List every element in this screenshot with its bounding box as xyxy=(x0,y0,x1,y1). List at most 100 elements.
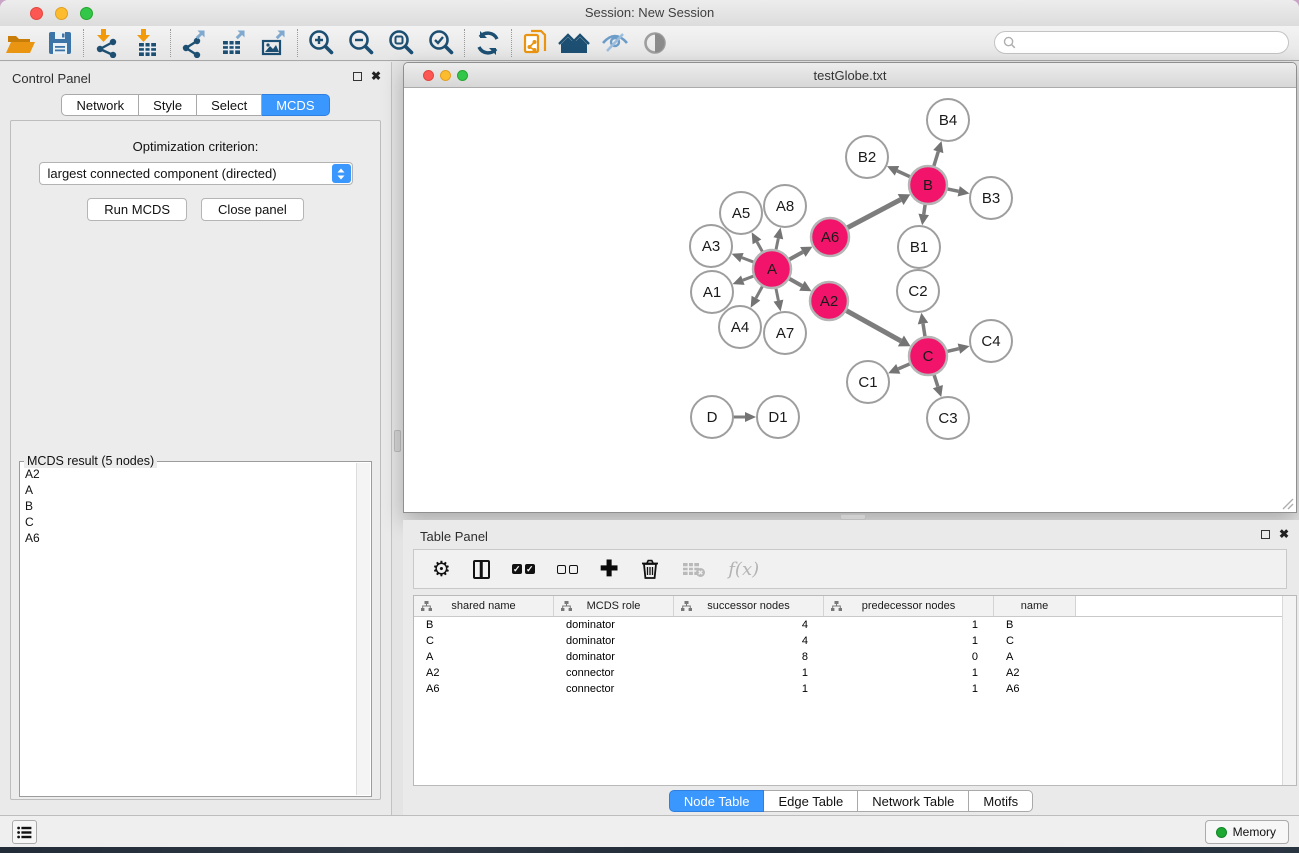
table-cell[interactable]: 0 xyxy=(824,651,994,663)
hide-selected-icon[interactable] xyxy=(595,27,635,59)
apply-layout-icon[interactable] xyxy=(468,27,508,59)
graph-node-D1[interactable]: D1 xyxy=(757,396,799,438)
table-body[interactable]: Bdominator41BCdominator41CAdominator80AA… xyxy=(414,617,1296,697)
mcds-result-scrollbar[interactable] xyxy=(356,463,370,795)
column-header-predecessor-nodes[interactable]: predecessor nodes xyxy=(824,596,994,616)
graph-edge[interactable] xyxy=(847,200,901,229)
column-header-shared-name[interactable]: shared name xyxy=(414,596,554,616)
table-cell[interactable]: A6 xyxy=(414,683,554,695)
table-cell[interactable]: C xyxy=(994,635,1076,647)
graph-node-B1[interactable]: B1 xyxy=(898,226,940,268)
graph-node-A3[interactable]: A3 xyxy=(690,225,732,267)
tab-network[interactable]: Network xyxy=(61,94,139,116)
table-cell[interactable]: C xyxy=(414,635,554,647)
import-network-icon[interactable] xyxy=(87,27,127,59)
graph-edge[interactable] xyxy=(742,258,754,263)
table-cell[interactable]: 1 xyxy=(824,635,994,647)
graph-edge[interactable] xyxy=(846,310,901,341)
mcds-result-item[interactable]: B xyxy=(25,498,355,514)
zoom-out-icon[interactable] xyxy=(341,27,381,59)
tab-style[interactable]: Style xyxy=(139,94,197,116)
tab-mcds[interactable]: MCDS xyxy=(262,94,329,116)
close-table-panel-icon[interactable]: ✖ xyxy=(1279,529,1289,539)
graph-edge[interactable] xyxy=(743,276,754,280)
graph-node-B[interactable]: B xyxy=(909,166,947,204)
network-window-titlebar[interactable]: testGlobe.txt xyxy=(404,63,1296,88)
mcds-result-item[interactable]: C xyxy=(25,514,355,530)
deselect-all-columns-icon[interactable] xyxy=(557,565,578,574)
table-row[interactable]: Bdominator41B xyxy=(414,617,1296,633)
graph-edge[interactable] xyxy=(757,242,763,253)
table-row[interactable]: Adominator80A xyxy=(414,649,1296,665)
zoom-in-icon[interactable] xyxy=(301,27,341,59)
close-panel-icon[interactable]: ✖ xyxy=(371,71,381,81)
task-history-button[interactable] xyxy=(12,820,37,844)
tab-edge-table[interactable]: Edge Table xyxy=(764,790,858,812)
network-canvas[interactable]: B4B2BB3A5A8A6A3B1AA1C2A2A4A7CC4C1C3DD1 xyxy=(404,88,1296,512)
graph-node-C[interactable]: C xyxy=(909,337,947,375)
table-settings-gear-icon[interactable]: ⚙ xyxy=(432,557,451,582)
export-network-icon[interactable] xyxy=(174,27,214,59)
table-cell[interactable]: B xyxy=(994,619,1076,631)
resize-grip-icon[interactable] xyxy=(1280,496,1294,510)
column-header-name[interactable]: name xyxy=(994,596,1076,616)
table-cell[interactable]: dominator xyxy=(554,635,674,647)
table-row[interactable]: A6connector11A6 xyxy=(414,681,1296,697)
graph-edge[interactable] xyxy=(946,349,958,352)
graph-node-C2[interactable]: C2 xyxy=(897,270,939,312)
table-cell[interactable]: dominator xyxy=(554,619,674,631)
table-cell[interactable]: 8 xyxy=(674,651,824,663)
graph-node-A[interactable]: A xyxy=(753,250,791,288)
clone-network-icon[interactable] xyxy=(515,27,555,59)
select-all-columns-icon[interactable]: ✓✓ xyxy=(512,564,535,574)
mcds-result-item[interactable]: A xyxy=(25,482,355,498)
graph-edge[interactable] xyxy=(923,324,925,338)
search-field[interactable] xyxy=(994,31,1289,54)
graph-node-A5[interactable]: A5 xyxy=(720,192,762,234)
mcds-result-item[interactable]: A2 xyxy=(25,466,355,482)
optimization-criterion-select[interactable]: largest connected component (directed) xyxy=(39,162,353,185)
table-cell[interactable]: A6 xyxy=(994,683,1076,695)
search-input[interactable] xyxy=(1020,36,1288,50)
table-cell[interactable]: A2 xyxy=(994,667,1076,679)
graph-edge[interactable] xyxy=(789,278,802,286)
mcds-result-list[interactable]: A2ABCA6 xyxy=(25,466,355,794)
open-file-icon[interactable] xyxy=(0,27,40,59)
close-panel-button[interactable]: Close panel xyxy=(201,198,304,221)
show-all-icon[interactable] xyxy=(635,27,675,59)
mcds-result-item[interactable]: A6 xyxy=(25,530,355,546)
memory-button[interactable]: Memory xyxy=(1205,820,1289,844)
graph-edge[interactable] xyxy=(934,374,938,387)
first-neighbors-icon[interactable] xyxy=(555,27,595,59)
graph-edge[interactable] xyxy=(947,189,959,191)
export-table-icon[interactable] xyxy=(214,27,254,59)
save-session-icon[interactable] xyxy=(40,27,80,59)
graph-node-B3[interactable]: B3 xyxy=(970,177,1012,219)
graph-node-A2[interactable]: A2 xyxy=(810,282,848,320)
graph-edge[interactable] xyxy=(924,204,926,215)
graph-node-C4[interactable]: C4 xyxy=(970,320,1012,362)
delete-column-icon[interactable] xyxy=(640,558,660,580)
graph-node-A6[interactable]: A6 xyxy=(811,218,849,256)
column-header-mcds-role[interactable]: MCDS role xyxy=(554,596,674,616)
table-cell[interactable]: B xyxy=(414,619,554,631)
graph-edge[interactable] xyxy=(776,238,778,250)
graph-node-B2[interactable]: B2 xyxy=(846,136,888,178)
table-scrollbar[interactable] xyxy=(1282,596,1296,785)
table-cell[interactable]: 1 xyxy=(824,667,994,679)
graph-node-A4[interactable]: A4 xyxy=(719,306,761,348)
graph-node-C3[interactable]: C3 xyxy=(927,397,969,439)
add-column-icon[interactable]: ✚ xyxy=(600,559,618,579)
graph-node-B4[interactable]: B4 xyxy=(927,99,969,141)
float-table-panel-icon[interactable] xyxy=(1261,530,1270,539)
float-panel-icon[interactable] xyxy=(353,72,362,81)
tab-network-table[interactable]: Network Table xyxy=(858,790,969,812)
table-cell[interactable]: connector xyxy=(554,683,674,695)
graph-edge[interactable] xyxy=(897,171,911,177)
graph-node-C1[interactable]: C1 xyxy=(847,361,889,403)
graph-node-A7[interactable]: A7 xyxy=(764,312,806,354)
graph-edge[interactable] xyxy=(789,252,803,260)
zoom-fit-icon[interactable] xyxy=(381,27,421,59)
import-table-icon[interactable] xyxy=(127,27,167,59)
table-cell[interactable]: A xyxy=(414,651,554,663)
